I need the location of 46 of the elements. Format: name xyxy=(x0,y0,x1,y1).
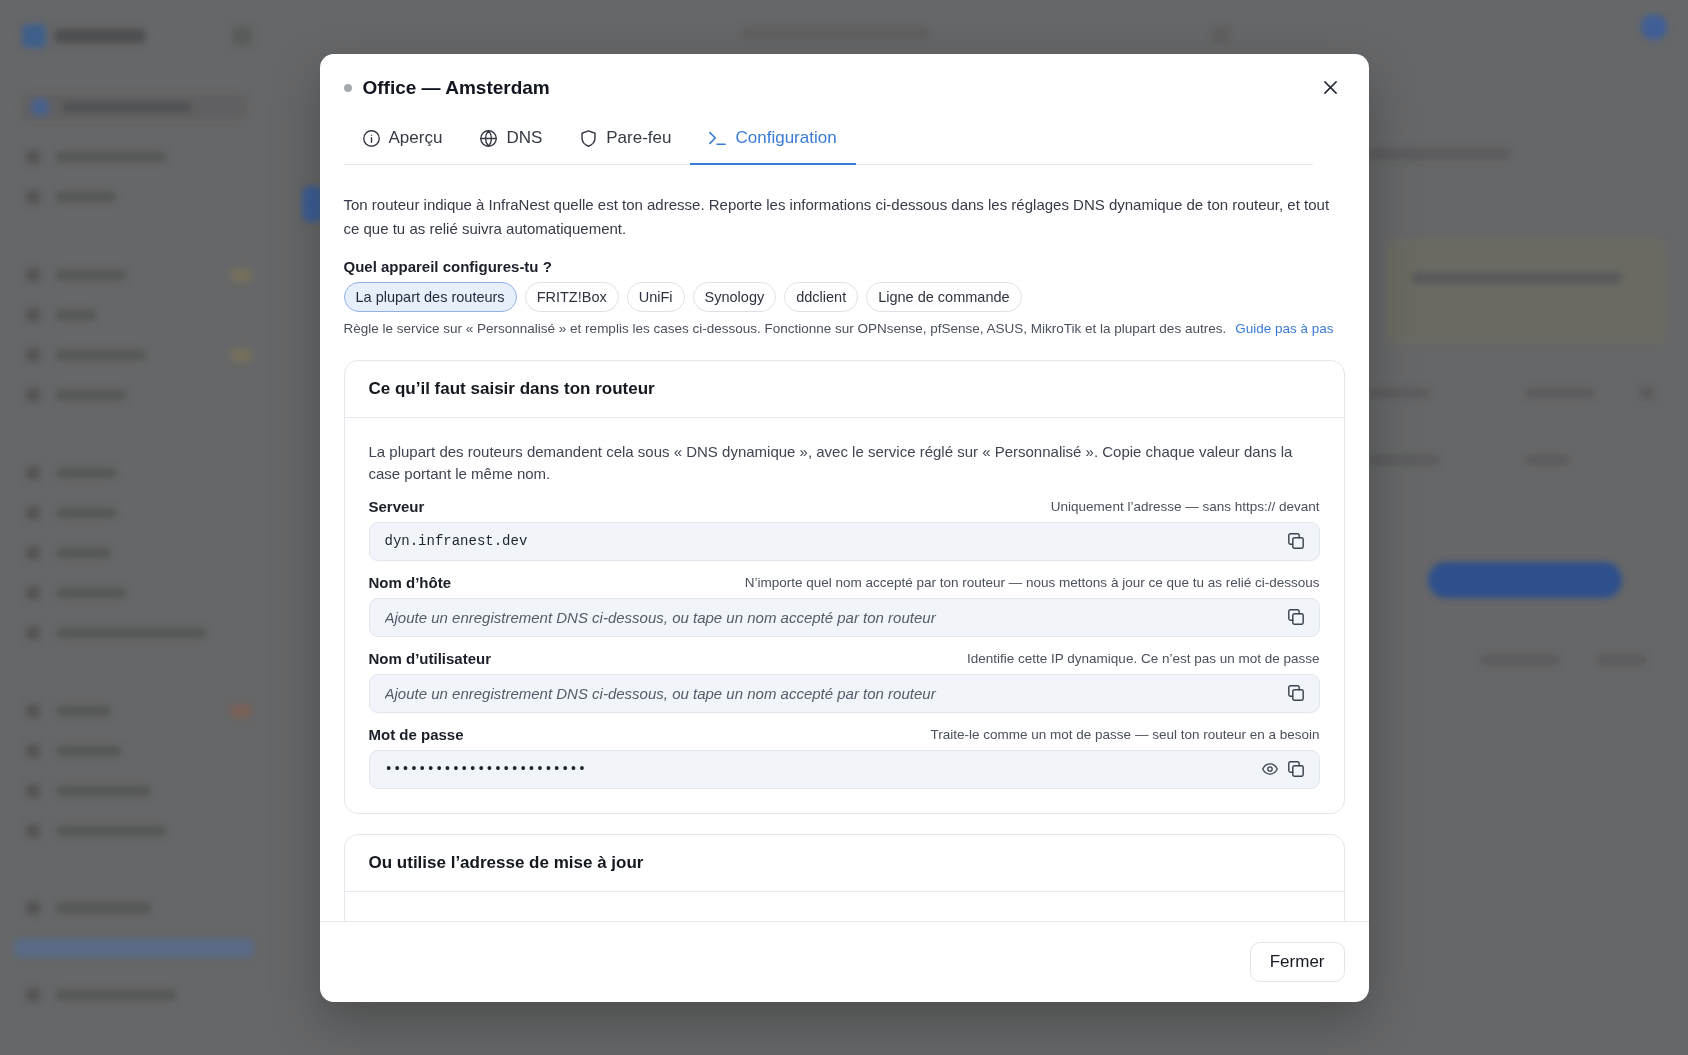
device-option-chip[interactable]: UniFi xyxy=(626,281,685,312)
field-label: Mot de passe xyxy=(368,724,464,745)
field-hint: N’importe quel nom accepté par ton routeur — nous mettons à jour ce que tu as relié ci-dessous xyxy=(744,573,1320,592)
close-icon xyxy=(1324,81,1337,94)
section-title: Ou utilise l’adresse de mise à jour xyxy=(368,852,644,873)
field-label: Nom d’hôte xyxy=(368,572,451,593)
dialog-title: Office — Amsterdam xyxy=(362,76,551,99)
field-label: Serveur xyxy=(368,496,425,517)
copy-icon xyxy=(1287,685,1304,701)
field-hint: Uniquement l’adresse — sans https:// devant xyxy=(1050,497,1320,516)
hint-text: Règle le service sur « Personnalisé » et remplis les cases ci-dessous. Fonctionne sur OPNsense, pfSense, ASUS, MikroTik et la plupart des autres. xyxy=(343,319,1227,338)
field-hint: Identifie cette IP dynamique. Ce n’est pas un mot de passe xyxy=(967,649,1320,668)
globe-icon xyxy=(480,129,498,147)
section-title: Ce qu’il faut saisir dans ton routeur xyxy=(368,378,655,399)
device-option-chip[interactable]: Ligne de commande xyxy=(866,281,1022,312)
guide-link[interactable]: Guide pas à pas xyxy=(1235,318,1334,339)
status-dot-icon xyxy=(343,83,352,92)
device-option-chip[interactable]: Synology xyxy=(692,281,777,312)
tab[interactable]: DNS xyxy=(461,121,562,165)
input-field[interactable]: dyn.infranest.dev xyxy=(368,521,1320,561)
field-label: Nom d’utilisateur xyxy=(368,648,491,669)
copy-button[interactable] xyxy=(1285,607,1306,627)
copy-icon xyxy=(1287,533,1304,549)
field-hint: Traite-le comme un mot de passe — seul ton routeur en a besoin xyxy=(930,725,1320,744)
copy-button[interactable] xyxy=(1285,683,1306,703)
info-icon xyxy=(362,129,380,147)
input-field[interactable]: •••••••••••••••••••••••• xyxy=(368,749,1320,789)
device-option-chip[interactable]: FRITZ!Box xyxy=(524,281,619,312)
device-option-chip[interactable]: ddclient xyxy=(784,281,859,312)
shield-icon xyxy=(580,129,598,147)
close-dialog-button[interactable]: Fermer xyxy=(1249,941,1345,982)
copy-icon xyxy=(1287,761,1304,777)
section-description: La plupart des routeurs demandent cela sous « DNS dynamique », avec le service réglé sur « Personnalisé ». Copie chaque valeur dans la case portant le même nom. xyxy=(368,441,1294,484)
intro-text: Ton routeur indique à InfraNest quelle est ton adresse. Reporte les informations ci-dessous dans les réglages DNS dynamique de ton routeur, et tout ce que tu as relié suivra automatiquement. xyxy=(343,194,1331,239)
input-field[interactable]: Ajoute un enregistrement DNS ci-dessous, ou tape un nom accepté par ton routeur xyxy=(368,673,1320,713)
tab[interactable]: Aperçu xyxy=(343,121,462,165)
question-label: Quel appareil configures-tu ? xyxy=(343,256,553,277)
terminal-prompt-icon xyxy=(709,129,727,147)
copy-button[interactable] xyxy=(1285,759,1306,779)
copy-icon xyxy=(1287,609,1304,625)
tab[interactable]: Pare-feu xyxy=(561,121,691,165)
tab[interactable]: Configuration xyxy=(690,121,856,165)
device-option-chip[interactable]: La plupart des routeurs xyxy=(343,281,517,312)
copy-button[interactable] xyxy=(1285,531,1306,551)
eye-icon xyxy=(1261,763,1278,775)
input-field[interactable]: Ajoute un enregistrement DNS ci-dessous, ou tape un nom accepté par ton routeur xyxy=(368,597,1320,637)
